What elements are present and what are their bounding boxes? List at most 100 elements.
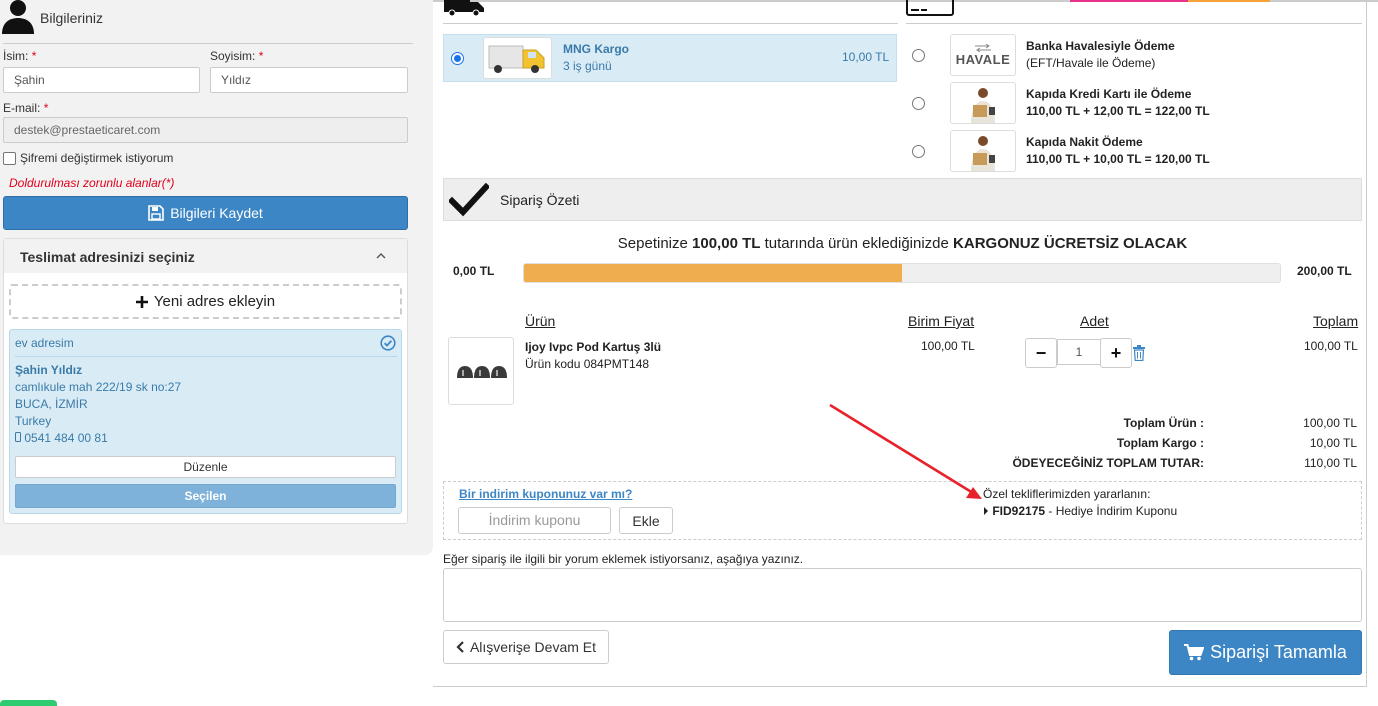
address-phone: 0541 484 00 81: [15, 431, 108, 445]
coupon-toggle-link[interactable]: Bir indirim kuponunuz var mı?: [459, 487, 632, 501]
payment-subtitle-bank: (EFT/Havale ile Ödeme): [1026, 56, 1156, 70]
carrier-logo: [483, 37, 552, 79]
shopping-cart-icon: [1184, 644, 1205, 661]
last-name-input[interactable]: [210, 67, 408, 93]
address-street: camlıkule mah 222/19 sk no:27: [15, 380, 182, 394]
progress-fill: [524, 264, 902, 282]
chevron-up-icon[interactable]: [375, 250, 387, 262]
address-alias: ev adresim: [15, 336, 74, 350]
address-full-name: Şahin Yıldız: [15, 363, 83, 377]
comment-label: Eğer sipariş ile ilgili bir yorum ekleme…: [443, 552, 804, 566]
coupon-input[interactable]: İndirim kuponu: [458, 507, 611, 534]
payment-radio-card-on-delivery[interactable]: [912, 97, 925, 110]
divider: [906, 23, 1362, 24]
payment-title-bank: Banka Havalesiyle Ödeme: [1026, 39, 1175, 53]
chevron-left-icon: [456, 641, 464, 653]
product-code: Ürün kodu 084PMT148: [525, 357, 650, 371]
offer-code: FID92175: [992, 504, 1046, 518]
change-password-checkbox[interactable]: [3, 152, 16, 165]
quantity-input[interactable]: 1: [1057, 339, 1101, 365]
total-shipping-value: 10,00 TL: [1309, 436, 1357, 450]
progress-min-label: 0,00 TL: [453, 264, 495, 278]
column-header-unit-price: Birim Fiyat: [908, 313, 975, 329]
payment-radio-bank[interactable]: [912, 49, 925, 62]
user-icon: [2, 0, 34, 34]
mobile-phone-icon: [15, 432, 21, 442]
bank-transfer-logo: HAVALE: [950, 34, 1016, 76]
courier-photo: [950, 130, 1016, 172]
email-field[interactable]: [3, 117, 408, 143]
check-circle-icon: [380, 335, 396, 351]
truck-icon: [444, 0, 484, 16]
product-name[interactable]: Ijoy Ivpc Pod Kartuş 3lü: [525, 340, 661, 354]
floppy-disk-icon: [148, 205, 164, 221]
grand-total-value: 110,00 TL: [1304, 456, 1357, 470]
quantity-decrease-button[interactable]: −: [1025, 338, 1057, 368]
save-info-button[interactable]: Bilgileri Kaydet: [3, 196, 408, 230]
address-country: Turkey: [15, 414, 52, 428]
carrier-name: MNG Kargo: [563, 42, 629, 56]
delivery-van-icon: [488, 45, 545, 73]
payment-subtitle-card-on-delivery: 110,00 TL + 12,00 TL = 122,00 TL: [1026, 104, 1210, 118]
complete-order-label: Siparişi Tamamla: [1210, 642, 1347, 662]
offer-description: - Hediye İndirim Kuponu: [1048, 504, 1178, 518]
divider: [15, 356, 397, 357]
change-password-label: Şifremi değiştirmek istiyorum: [20, 151, 174, 165]
product-total: 100,00 TL: [1304, 339, 1358, 353]
credit-card-icon: [906, 0, 954, 16]
offer-item[interactable]: FID92175 - Hediye İndirim Kuponu: [983, 504, 1177, 518]
divider: [3, 43, 413, 44]
divider: [443, 23, 898, 24]
trash-icon[interactable]: [1132, 345, 1146, 361]
quantity-increase-button[interactable]: +: [1100, 338, 1132, 368]
first-name-label: İsim: *: [3, 49, 37, 63]
address-section-title: Teslimat adresinizi seçiniz: [20, 249, 195, 265]
payment-radio-cash-on-delivery[interactable]: [912, 145, 925, 158]
column-header-total: Toplam: [1313, 313, 1359, 329]
shipping-price: 10,00 TL: [842, 50, 890, 64]
payment-subtitle-cash-on-delivery: 110,00 TL + 10,00 TL = 120,00 TL: [1026, 152, 1210, 166]
section-title-account: Bilgileriniz: [40, 10, 104, 26]
order-comment-textarea[interactable]: [443, 568, 1362, 622]
edit-address-button[interactable]: Düzenle: [15, 456, 396, 478]
plus-icon: [135, 295, 148, 308]
payment-title-card-on-delivery: Kapıda Kredi Kartı ile Ödeme: [1026, 87, 1192, 101]
column-header-quantity: Adet: [1080, 313, 1109, 329]
free-shipping-message: Sepetinize 100,00 TL tutarında ürün ekle…: [617, 235, 1188, 252]
annotation-arrow: [829, 403, 982, 499]
complete-order-button[interactable]: Siparişi Tamamla: [1169, 630, 1362, 675]
payment-title-cash-on-delivery: Kapıda Nakit Ödeme: [1026, 135, 1143, 149]
column-header-product: Ürün: [525, 313, 556, 329]
pod-cartridges-image: [457, 366, 507, 378]
chat-widget-tab[interactable]: [0, 700, 57, 706]
continue-shopping-label: Alışverişe Devam Et: [469, 639, 597, 655]
save-info-label: Bilgileri Kaydet: [170, 205, 263, 221]
courier-photo: [950, 82, 1016, 124]
transfer-arrows-icon: [975, 43, 991, 52]
add-address-button[interactable]: Yeni adres ekleyin: [9, 284, 402, 319]
apply-coupon-button[interactable]: Ekle: [619, 507, 673, 534]
add-address-label: Yeni adres ekleyin: [153, 293, 276, 310]
product-image[interactable]: [448, 337, 514, 405]
required-fields-note: Doldurulması zorunlu alanlar(*): [9, 176, 175, 190]
free-shipping-progress-bar: [523, 263, 1281, 283]
delivery-time: 3 iş günü: [563, 59, 612, 73]
courier-with-box-image: [971, 88, 995, 123]
product-unit-price: 100,00 TL: [921, 339, 975, 353]
progress-max-label: 200,00 TL: [1297, 264, 1352, 278]
address-city: BUCA, İZMİR: [15, 397, 88, 411]
total-products-value: 100,00 TL: [1303, 416, 1357, 430]
order-summary-title: Sipariş Özeti: [500, 192, 580, 208]
shipping-radio[interactable]: [451, 52, 464, 65]
email-label: E-mail: *: [3, 101, 49, 115]
continue-shopping-button[interactable]: Alışverişe Devam Et: [443, 630, 609, 664]
divider: [433, 686, 1367, 687]
offers-title: Özel tekliflerimizden yararlanın:: [983, 487, 1151, 501]
divider: [1366, 0, 1367, 687]
selected-address-button[interactable]: Seçilen: [15, 484, 396, 508]
courier-with-box-image: [971, 136, 995, 171]
order-summary-header: [443, 178, 1362, 221]
first-name-input[interactable]: [3, 67, 200, 93]
checkmark-icon: [449, 183, 489, 217]
last-name-label: Soyisim: *: [210, 49, 264, 63]
